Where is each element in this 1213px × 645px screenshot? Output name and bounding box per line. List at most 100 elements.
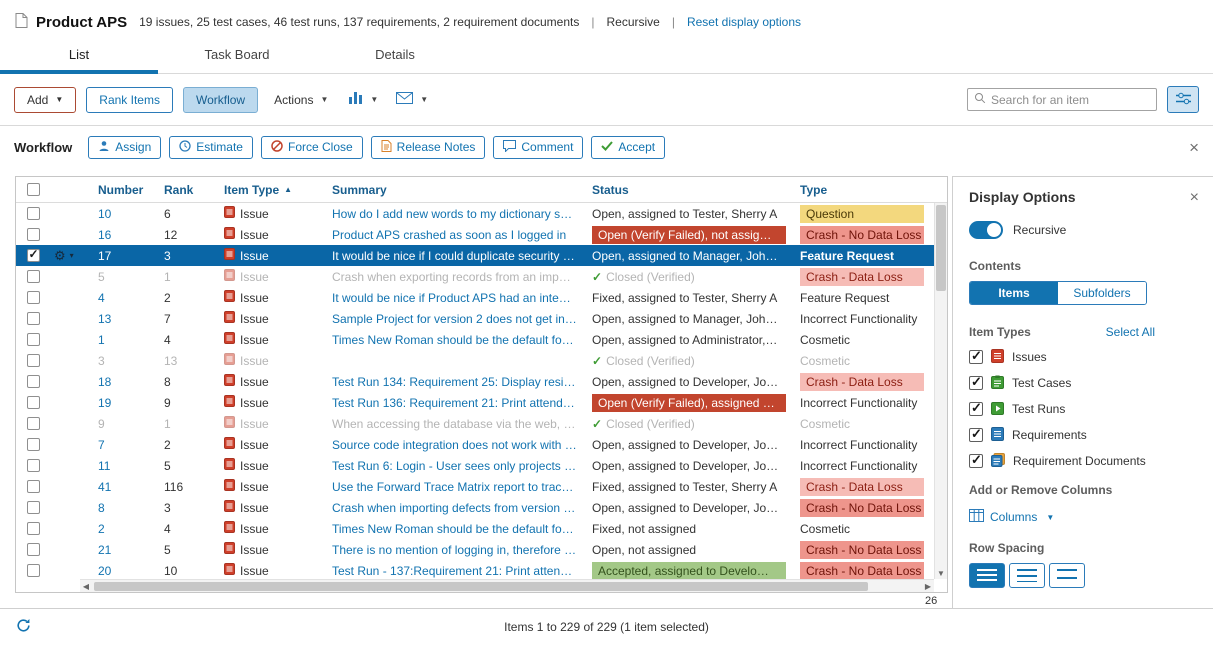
row-number-link[interactable]: 20 [98,564,156,578]
estimate-button[interactable]: Estimate [169,136,253,159]
row-number-link[interactable]: 18 [98,375,156,389]
row-summary-link[interactable]: Test Run - 137:Requirement 21: Print att… [332,564,586,578]
row-summary-link[interactable]: Product APS crashed as soon as I logged … [332,228,586,242]
rank-items-button[interactable]: Rank Items [86,87,173,113]
row-checkbox[interactable] [27,396,40,409]
row-gear-icon[interactable]: ⚙▾ [54,248,74,264]
row-number-link[interactable]: 16 [98,228,156,242]
display-options-toggle-button[interactable] [1167,86,1199,113]
row-summary-link[interactable]: Test Run 6: Login - User sees only proje… [332,459,586,473]
force-close-button[interactable]: Force Close [261,136,363,159]
row-number-link[interactable]: 17 [98,249,156,263]
row-checkbox[interactable] [27,438,40,451]
row-summary-link[interactable]: Crash when exporting records from an imp… [332,270,586,284]
row-number-link[interactable]: 13 [98,312,156,326]
table-row[interactable]: ⚙▾ 2 4 Issue Times New Roman should be t… [16,518,947,539]
workflow-bar-close-icon[interactable]: × [1189,139,1199,156]
table-row[interactable]: ⚙▾ 3 13 Issue ✓Closed (Verified) Cosmeti… [16,350,947,371]
row-number-link[interactable]: 21 [98,543,156,557]
row-number-link[interactable]: 7 [98,438,156,452]
row-summary-link[interactable]: It would be nice if I could duplicate se… [332,249,586,263]
test-runs-checkbox[interactable] [969,402,983,416]
row-number-link[interactable]: 3 [98,354,156,368]
table-row[interactable]: ⚙▾ 17 3 Issue It would be nice if I coul… [16,245,947,266]
column-header-status[interactable]: Status [586,183,794,197]
table-row[interactable]: ⚙▾ 5 1 Issue Crash when exporting record… [16,266,947,287]
row-checkbox[interactable] [27,207,40,220]
tab-list[interactable]: List [0,36,158,73]
row-spacing-compact-button[interactable] [969,563,1005,588]
row-number-link[interactable]: 2 [98,522,156,536]
subfolders-segment-button[interactable]: Subfolders [1058,282,1146,304]
table-row[interactable]: ⚙▾ 4 2 Issue It would be nice if Product… [16,287,947,308]
table-row[interactable]: ⚙▾ 11 5 Issue Test Run 6: Login - User s… [16,455,947,476]
column-header-summary[interactable]: Summary [324,183,586,197]
scroll-left-arrow-icon[interactable]: ◀ [80,582,92,591]
row-number-link[interactable]: 4 [98,291,156,305]
row-summary-link[interactable]: Times New Roman should be the default fo… [332,333,586,347]
row-checkbox[interactable] [27,291,40,304]
column-header-item-type[interactable]: Item Type ▲ [220,183,324,197]
table-row[interactable]: ⚙▾ 41 116 Issue Use the Forward Trace Ma… [16,476,947,497]
table-row[interactable]: ⚙▾ 21 5 Issue There is no mention of log… [16,539,947,560]
panel-close-icon[interactable]: × [1190,189,1199,207]
assign-button[interactable]: Assign [88,136,161,159]
row-checkbox[interactable] [27,522,40,535]
table-row[interactable]: ⚙▾ 10 6 Issue How do I add new words to … [16,203,947,224]
row-number-link[interactable]: 10 [98,207,156,221]
row-checkbox[interactable] [27,333,40,346]
row-number-link[interactable]: 41 [98,480,156,494]
row-checkbox[interactable] [27,249,40,262]
row-checkbox[interactable] [27,354,40,367]
table-row[interactable]: ⚙▾ 18 8 Issue Test Run 134: Requirement … [16,371,947,392]
actions-menu-button[interactable]: Actions▼ [268,87,334,113]
table-row[interactable]: ⚙▾ 13 7 Issue Sample Project for version… [16,308,947,329]
row-summary-link[interactable]: Source code integration does not work wi… [332,438,586,452]
vertical-scrollbar[interactable]: ▼ [934,203,947,579]
row-checkbox[interactable] [27,270,40,283]
row-summary-link[interactable]: Times New Roman should be the default fo… [332,522,586,536]
row-number-link[interactable]: 1 [98,333,156,347]
horizontal-scrollbar-thumb[interactable] [94,582,868,591]
row-checkbox[interactable] [27,228,40,241]
column-header-estimate[interactable]: Es [932,183,938,197]
row-summary-link[interactable]: When accessing the database via the web,… [332,417,586,431]
row-checkbox[interactable] [27,417,40,430]
reset-display-options-link[interactable]: Reset display options [687,15,801,29]
row-number-link[interactable]: 8 [98,501,156,515]
table-row[interactable]: ⚙▾ 7 2 Issue Source code integration doe… [16,434,947,455]
column-header-number[interactable]: Number [90,183,156,197]
comment-button[interactable]: Comment [493,136,583,159]
row-number-link[interactable]: 9 [98,417,156,431]
select-all-link[interactable]: Select All [1106,325,1155,339]
table-row[interactable]: ⚙▾ 1 4 Issue Times New Roman should be t… [16,329,947,350]
table-row[interactable]: ⚙▾ 20 10 Issue Test Run - 137:Requiremen… [16,560,947,581]
row-summary-link[interactable]: Use the Forward Trace Matrix report to t… [332,480,586,494]
search-input[interactable] [991,93,1150,107]
charts-menu-button[interactable]: ▼ [344,87,382,113]
items-segment-button[interactable]: Items [970,282,1058,304]
row-checkbox[interactable] [27,459,40,472]
scroll-right-arrow-icon[interactable]: ▶ [922,582,934,591]
row-summary-link[interactable]: How do I add new words to my dictionary … [332,207,586,221]
row-summary-link[interactable]: Test Run 134: Requirement 25: Display re… [332,375,586,389]
tab-details[interactable]: Details [316,36,474,73]
column-header-rank[interactable]: Rank [156,183,220,197]
row-checkbox[interactable] [27,564,40,577]
row-summary-link[interactable]: Test Run 136: Requirement 21: Print atte… [332,396,586,410]
tab-task-board[interactable]: Task Board [158,36,316,73]
row-checkbox[interactable] [27,480,40,493]
row-checkbox[interactable] [27,312,40,325]
select-all-checkbox[interactable] [27,183,40,196]
table-row[interactable]: ⚙▾ 16 12 Issue Product APS crashed as so… [16,224,947,245]
row-number-link[interactable]: 5 [98,270,156,284]
issues-checkbox[interactable] [969,350,983,364]
accept-button[interactable]: Accept [591,136,665,159]
test-cases-checkbox[interactable] [969,376,983,390]
row-checkbox[interactable] [27,375,40,388]
row-checkbox[interactable] [27,501,40,514]
columns-button[interactable]: Columns ▼ [969,509,1054,525]
vertical-scrollbar-thumb[interactable] [936,205,946,291]
table-row[interactable]: ⚙▾ 19 9 Issue Test Run 136: Requirement … [16,392,947,413]
requirement-documents-checkbox[interactable] [969,454,983,468]
